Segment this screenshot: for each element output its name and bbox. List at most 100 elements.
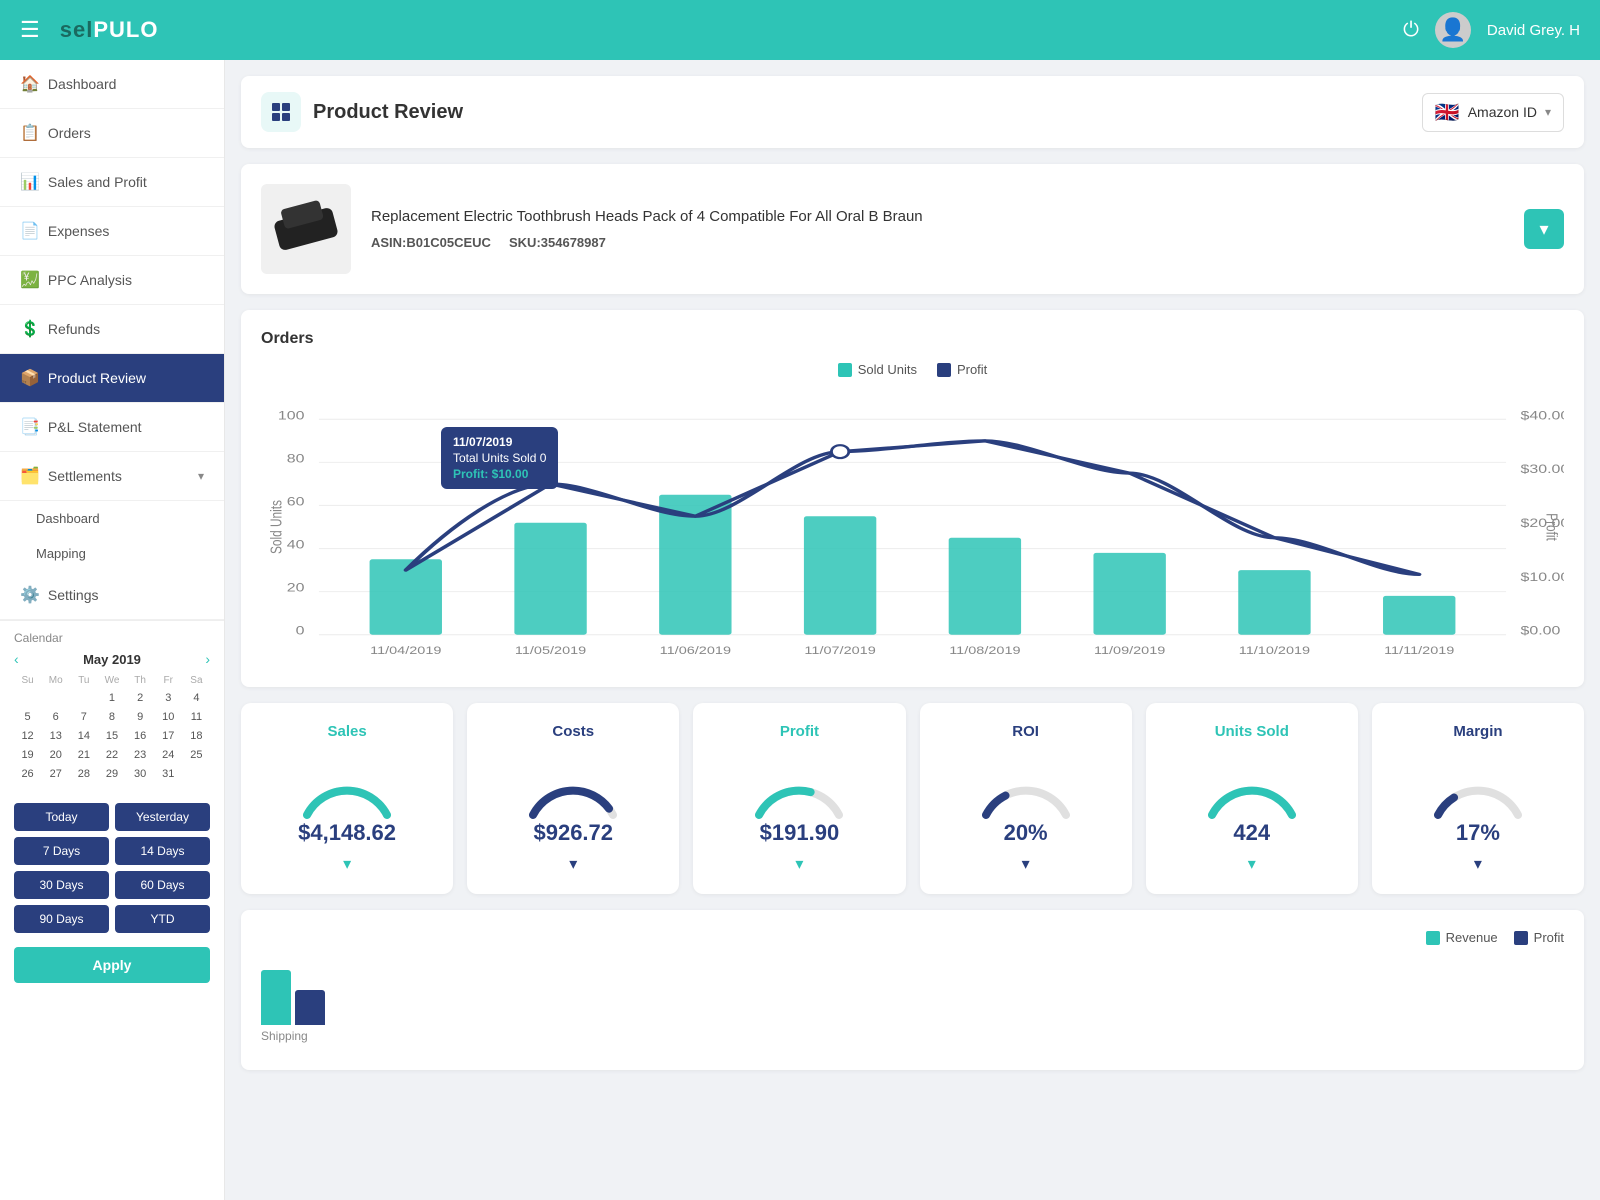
- app-logo: selPULO: [60, 17, 159, 43]
- menu-icon[interactable]: ☰: [20, 17, 40, 43]
- profit-label: Profit: [957, 362, 987, 377]
- power-icon[interactable]: ⏻: [1403, 19, 1419, 42]
- cal-cell[interactable]: 8: [98, 708, 125, 726]
- sales-dropdown[interactable]: ▾: [343, 854, 351, 874]
- avatar: 👤: [1435, 12, 1471, 48]
- settings-icon: ⚙️: [20, 585, 40, 605]
- cal-header-fr: Fr: [155, 673, 182, 688]
- calendar-section: Calendar ‹ May 2019 › Su Mo Tu We Th Fr …: [0, 620, 224, 793]
- units-sold-dropdown[interactable]: ▾: [1248, 854, 1256, 874]
- cal-cell[interactable]: 27: [42, 765, 69, 783]
- sidebar-item-settlements[interactable]: 🗂️ Settlements ▾: [0, 452, 224, 501]
- cal-cell[interactable]: 24: [155, 746, 182, 764]
- cal-cell[interactable]: 19: [14, 746, 41, 764]
- sidebar-item-dashboard[interactable]: 🏠 Dashboard: [0, 60, 224, 109]
- cal-cell[interactable]: 18: [183, 727, 210, 745]
- cal-cell[interactable]: 21: [70, 746, 97, 764]
- cal-cell[interactable]: 5: [14, 708, 41, 726]
- svg-text:60: 60: [287, 494, 305, 508]
- cal-cell[interactable]: 3: [155, 689, 182, 707]
- sidebar-sub-mapping[interactable]: Mapping: [0, 536, 224, 571]
- page-icon: [261, 92, 301, 132]
- cal-cell[interactable]: 25: [183, 746, 210, 764]
- sidebar-item-sales-profit[interactable]: 📊 Sales and Profit: [0, 158, 224, 207]
- sidebar-item-product-review[interactable]: 📦 Product Review: [0, 354, 224, 403]
- sales-label: Sales: [327, 723, 366, 740]
- bottom-profit-label: Profit: [1534, 930, 1564, 945]
- cal-cell[interactable]: 6: [42, 708, 69, 726]
- calendar-prev[interactable]: ‹: [14, 651, 19, 667]
- 60days-button[interactable]: 60 Days: [115, 871, 210, 899]
- sidebar-item-refunds[interactable]: 💲 Refunds: [0, 305, 224, 354]
- roi-dropdown[interactable]: ▾: [1022, 854, 1030, 874]
- 90days-button[interactable]: 90 Days: [14, 905, 109, 933]
- metric-card-sales: Sales $4,148.62 ▾: [241, 703, 453, 894]
- dashboard-icon: 🏠: [20, 74, 40, 94]
- svg-text:11/04/2019: 11/04/2019: [370, 644, 441, 657]
- user-name: David Grey. H: [1487, 22, 1580, 39]
- cal-cell[interactable]: 28: [70, 765, 97, 783]
- cal-cell[interactable]: 9: [127, 708, 154, 726]
- orders-chart-svg: 0 20 40 60 80 100 Sold Units $0.00 $10.0…: [261, 387, 1564, 667]
- costs-dropdown[interactable]: ▾: [569, 854, 577, 874]
- cal-cell: [14, 689, 41, 707]
- margin-dropdown[interactable]: ▾: [1474, 854, 1482, 874]
- cal-cell[interactable]: 10: [155, 708, 182, 726]
- sidebar-item-expenses[interactable]: 📄 Expenses: [0, 207, 224, 256]
- cal-header-we: We: [98, 673, 125, 688]
- sidebar-item-pl-statement[interactable]: 📑 P&L Statement: [0, 403, 224, 452]
- 7days-button[interactable]: 7 Days: [14, 837, 109, 865]
- cal-header-sa: Sa: [183, 673, 210, 688]
- calendar-next[interactable]: ›: [205, 651, 210, 667]
- legend-sold-units: Sold Units: [838, 362, 917, 377]
- revenue-label: Revenue: [1446, 930, 1498, 945]
- cal-cell[interactable]: 7: [70, 708, 97, 726]
- cal-cell[interactable]: 2: [127, 689, 154, 707]
- ytd-button[interactable]: YTD: [115, 905, 210, 933]
- product-dropdown-button[interactable]: ▾: [1524, 209, 1564, 249]
- chart-legend: Sold Units Profit: [261, 362, 1564, 377]
- cal-cell[interactable]: 31: [155, 765, 182, 783]
- sold-units-dot: [838, 363, 852, 377]
- sidebar-item-settings[interactable]: ⚙️ Settings: [0, 571, 224, 620]
- pl-icon: 📑: [20, 417, 40, 437]
- orders-icon: 📋: [20, 123, 40, 143]
- cal-cell[interactable]: 16: [127, 727, 154, 745]
- bottom-legend-revenue: Revenue: [1426, 930, 1498, 945]
- costs-arc: [518, 750, 628, 820]
- profit-dropdown[interactable]: ▾: [795, 854, 803, 874]
- bottom-legend-profit: Profit: [1514, 930, 1564, 945]
- ppc-icon: 💹: [20, 270, 40, 290]
- svg-text:$10.00: $10.00: [1521, 570, 1564, 584]
- chart-area: 11/07/2019 Total Units Sold 0 Profit: $1…: [261, 387, 1564, 667]
- yesterday-button[interactable]: Yesterday: [115, 803, 210, 831]
- cal-cell[interactable]: 4: [183, 689, 210, 707]
- content-header: Product Review 🇬🇧 Amazon ID ▾: [241, 76, 1584, 148]
- cal-cell[interactable]: 13: [42, 727, 69, 745]
- refunds-icon: 💲: [20, 319, 40, 339]
- apply-button[interactable]: Apply: [14, 947, 210, 983]
- cal-cell[interactable]: 23: [127, 746, 154, 764]
- cal-cell[interactable]: 26: [14, 765, 41, 783]
- profit-arc: [744, 750, 854, 820]
- amazon-id-badge[interactable]: 🇬🇧 Amazon ID ▾: [1422, 93, 1564, 132]
- sidebar-item-ppc[interactable]: 💹 PPC Analysis: [0, 256, 224, 305]
- cal-cell[interactable]: 15: [98, 727, 125, 745]
- cal-cell[interactable]: 20: [42, 746, 69, 764]
- cal-cell[interactable]: 11: [183, 708, 210, 726]
- today-button[interactable]: Today: [14, 803, 109, 831]
- sidebar-item-orders[interactable]: 📋 Orders: [0, 109, 224, 158]
- product-card: Replacement Electric Toothbrush Heads Pa…: [241, 164, 1584, 294]
- sidebar-sub-dashboard[interactable]: Dashboard: [0, 501, 224, 536]
- cal-cell[interactable]: 22: [98, 746, 125, 764]
- cal-cell[interactable]: 29: [98, 765, 125, 783]
- cal-cell[interactable]: 12: [14, 727, 41, 745]
- cal-cell[interactable]: 17: [155, 727, 182, 745]
- 30days-button[interactable]: 30 Days: [14, 871, 109, 899]
- metric-card-profit: Profit $191.90 ▾: [693, 703, 905, 894]
- 14days-button[interactable]: 14 Days: [115, 837, 210, 865]
- bottom-bar: [261, 970, 291, 1025]
- cal-cell[interactable]: 30: [127, 765, 154, 783]
- cal-cell[interactable]: 14: [70, 727, 97, 745]
- cal-cell[interactable]: 1: [98, 689, 125, 707]
